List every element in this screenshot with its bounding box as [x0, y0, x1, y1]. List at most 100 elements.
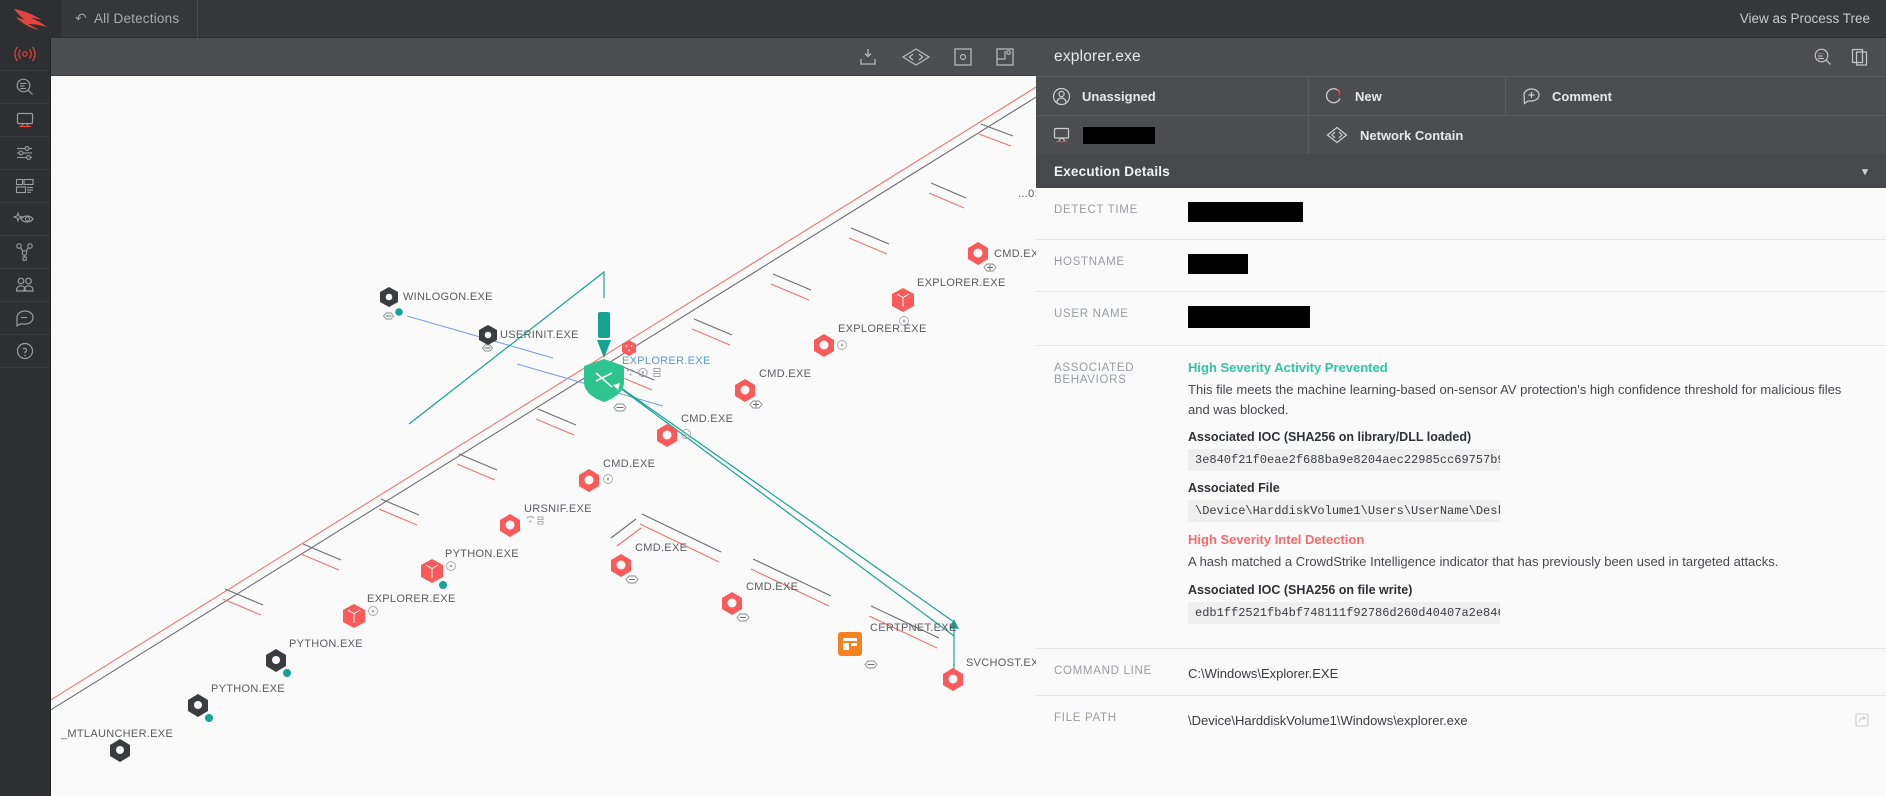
network-contain-label: Network Contain: [1360, 127, 1464, 143]
sidebar-item-hosts[interactable]: [0, 104, 50, 137]
execution-details-body: DETECT TIME HOSTNAME USER NAME ASSOCIATE…: [1036, 188, 1886, 742]
graph-node-winlogon: [380, 287, 403, 320]
search-doc-icon: [16, 78, 33, 95]
graph-node-label-selected[interactable]: EXPLORER.EXE: [622, 355, 711, 367]
sidebar-item-investigate[interactable]: [0, 71, 50, 104]
view-as-process-tree-link[interactable]: View as Process Tree: [1740, 11, 1886, 26]
node-graph-icon: [16, 243, 33, 261]
assignee-selector[interactable]: Unassigned: [1036, 77, 1309, 115]
execution-details-section-header[interactable]: Execution Details ▾: [1036, 154, 1886, 188]
hostname-redacted-value: [1083, 126, 1155, 144]
graph-red-nodes: [110, 242, 997, 762]
graph-node-label[interactable]: USERINIT.EXE: [500, 329, 579, 341]
behavior-item-value[interactable]: 3e840f21f0eae2f688ba9e8204aec22985cc6975…: [1188, 449, 1500, 471]
detection-action-row: Network Contain: [1036, 115, 1886, 154]
add-comment-button[interactable]: Comment: [1506, 77, 1886, 115]
graph-node-label[interactable]: CERTPNET.EXE: [870, 622, 957, 634]
help-circle-icon: [16, 342, 34, 360]
command-line-value: C:\Windows\Explorer.EXE: [1188, 665, 1339, 681]
sidebar-item-discover[interactable]: [0, 203, 50, 236]
comment-plus-icon: [1523, 87, 1540, 105]
detail-row-associated-behaviors: ASSOCIATED BEHAVIORS High Severity Activ…: [1036, 346, 1886, 649]
graph-node-userinit: [479, 325, 497, 352]
hexagon-contain-icon[interactable]: [900, 46, 932, 68]
assignee-label: Unassigned: [1082, 88, 1156, 104]
host-link[interactable]: [1036, 116, 1309, 154]
sidebar-item-users[interactable]: [0, 269, 50, 302]
graph-node-label[interactable]: EXPLORER.EXE: [367, 593, 456, 605]
graph-node-label[interactable]: EXPLORER.EXE: [838, 323, 927, 335]
sliders-icon: [17, 145, 32, 161]
left-nav-rail: [0, 38, 51, 796]
all-detections-back-link[interactable]: ↶ All Detections: [61, 0, 199, 38]
graph-node-label[interactable]: CMD.EXE: [759, 368, 811, 380]
detail-row-username: USER NAME: [1036, 292, 1886, 346]
expand-node-icon[interactable]: [994, 46, 1016, 68]
behavior-title: High Severity Activity Prevented: [1188, 360, 1388, 375]
behavior-item-value[interactable]: \Device\HarddiskVolume1\Users\UserName\D…: [1188, 500, 1500, 522]
sidebar-item-support[interactable]: [0, 302, 50, 335]
crowdstrike-falcon-logo[interactable]: [0, 0, 61, 38]
behavior-item-label: Associated IOC (SHA256 on library/DLL lo…: [1188, 430, 1472, 444]
copy-icon[interactable]: [1850, 47, 1870, 67]
graph-node-label[interactable]: EXPLORER.EXE: [917, 277, 1006, 289]
graph-node-label[interactable]: URSNIF.EXE: [524, 503, 592, 515]
download-tray-icon[interactable]: [856, 46, 880, 68]
associated-behaviors-label: ASSOCIATED BEHAVIORS: [1054, 362, 1135, 386]
external-copy-icon[interactable]: [1854, 712, 1870, 728]
username-redacted: [1188, 306, 1310, 328]
support-chat-icon: [16, 310, 34, 327]
graph-node-label[interactable]: PYTHON.EXE: [289, 638, 363, 650]
sidebar-item-activity[interactable]: [0, 38, 50, 71]
behavior-title: High Severity Intel Detection: [1188, 532, 1365, 547]
file-path-label: FILE PATH: [1054, 711, 1117, 724]
graph-node-label[interactable]: CMD.EXE: [635, 542, 687, 554]
detect-time-label: DETECT TIME: [1054, 204, 1138, 216]
monitor-icon: [1053, 127, 1070, 142]
undo-arrow-icon: ↶: [75, 10, 87, 26]
status-selector[interactable]: New: [1309, 77, 1506, 115]
graph-node-label[interactable]: SVCHOST.EXE: [966, 657, 1036, 669]
monitor-icon: [16, 112, 34, 128]
graph-node-label[interactable]: CMD.EXE: [681, 413, 733, 425]
detection-status-row: Unassigned New Comment: [1036, 76, 1886, 115]
panel-header: explorer.exe: [1036, 38, 1886, 76]
graph-node-label[interactable]: CMD.EXE: [746, 581, 798, 593]
network-contain-button[interactable]: Network Contain: [1309, 116, 1886, 154]
status-ring-icon: [1325, 87, 1341, 103]
broadcast-icon: [14, 46, 36, 62]
detail-row-detect-time: DETECT TIME: [1036, 188, 1886, 240]
sparkle-eye-icon: [13, 211, 34, 223]
sidebar-item-help[interactable]: [0, 335, 50, 368]
graph-node-certpnet: [838, 632, 878, 669]
behavior-description: A hash matched a CrowdStrike Intelligenc…: [1188, 554, 1779, 569]
hostname-label: HOSTNAME: [1054, 256, 1125, 268]
sidebar-item-dashboards[interactable]: [0, 170, 50, 203]
file-path-value: \Device\HarddiskVolume1\Windows\explorer…: [1188, 710, 1886, 728]
search-doc-icon[interactable]: [1812, 47, 1834, 67]
detail-row-hostname: HOSTNAME: [1036, 240, 1886, 292]
behavior-item-value[interactable]: edb1ff2521fb4bf748111f92786d260d40407a2e…: [1188, 601, 1500, 624]
graph-node-label[interactable]: WINLOGON.EXE: [403, 291, 493, 303]
graph-node-label[interactable]: _MTLAUNCHER.EXE: [61, 728, 173, 740]
sidebar-item-configuration[interactable]: [0, 137, 50, 170]
graph-node-label[interactable]: PYTHON.EXE: [445, 548, 519, 560]
username-value: [1188, 306, 1886, 331]
sidebar-item-intel-graph[interactable]: [0, 236, 50, 269]
users-icon: [15, 277, 34, 292]
user-circle-icon: [1052, 87, 1071, 105]
chevron-down-icon[interactable]: ▾: [1862, 165, 1868, 178]
graph-node-label[interactable]: CMD.EXE: [603, 458, 655, 470]
detail-row-command-line: COMMAND LINE C:\Windows\Explorer.EXE: [1036, 649, 1886, 696]
fit-screen-icon[interactable]: [952, 46, 974, 68]
graph-node-label[interactable]: CMD.EXE: [994, 248, 1036, 260]
graph-node-label-truncated[interactable]: ...01: [1018, 188, 1036, 200]
graph-node-label[interactable]: PYTHON.EXE: [211, 683, 285, 695]
top-bar: ↶ All Detections View as Process Tree: [0, 0, 1886, 38]
associated-behaviors-value: High Severity Activity Prevented This fi…: [1188, 360, 1886, 634]
graph-toolbar: [51, 38, 1036, 76]
process-tree-graph[interactable]: WINLOGON.EXE USERINIT.EXE EXPLORER.EXE C…: [51, 76, 1036, 796]
hostname-value: [1188, 254, 1886, 277]
behavior-item-label: Associated IOC (SHA256 on file write): [1188, 582, 1413, 597]
status-label: New: [1355, 88, 1382, 104]
